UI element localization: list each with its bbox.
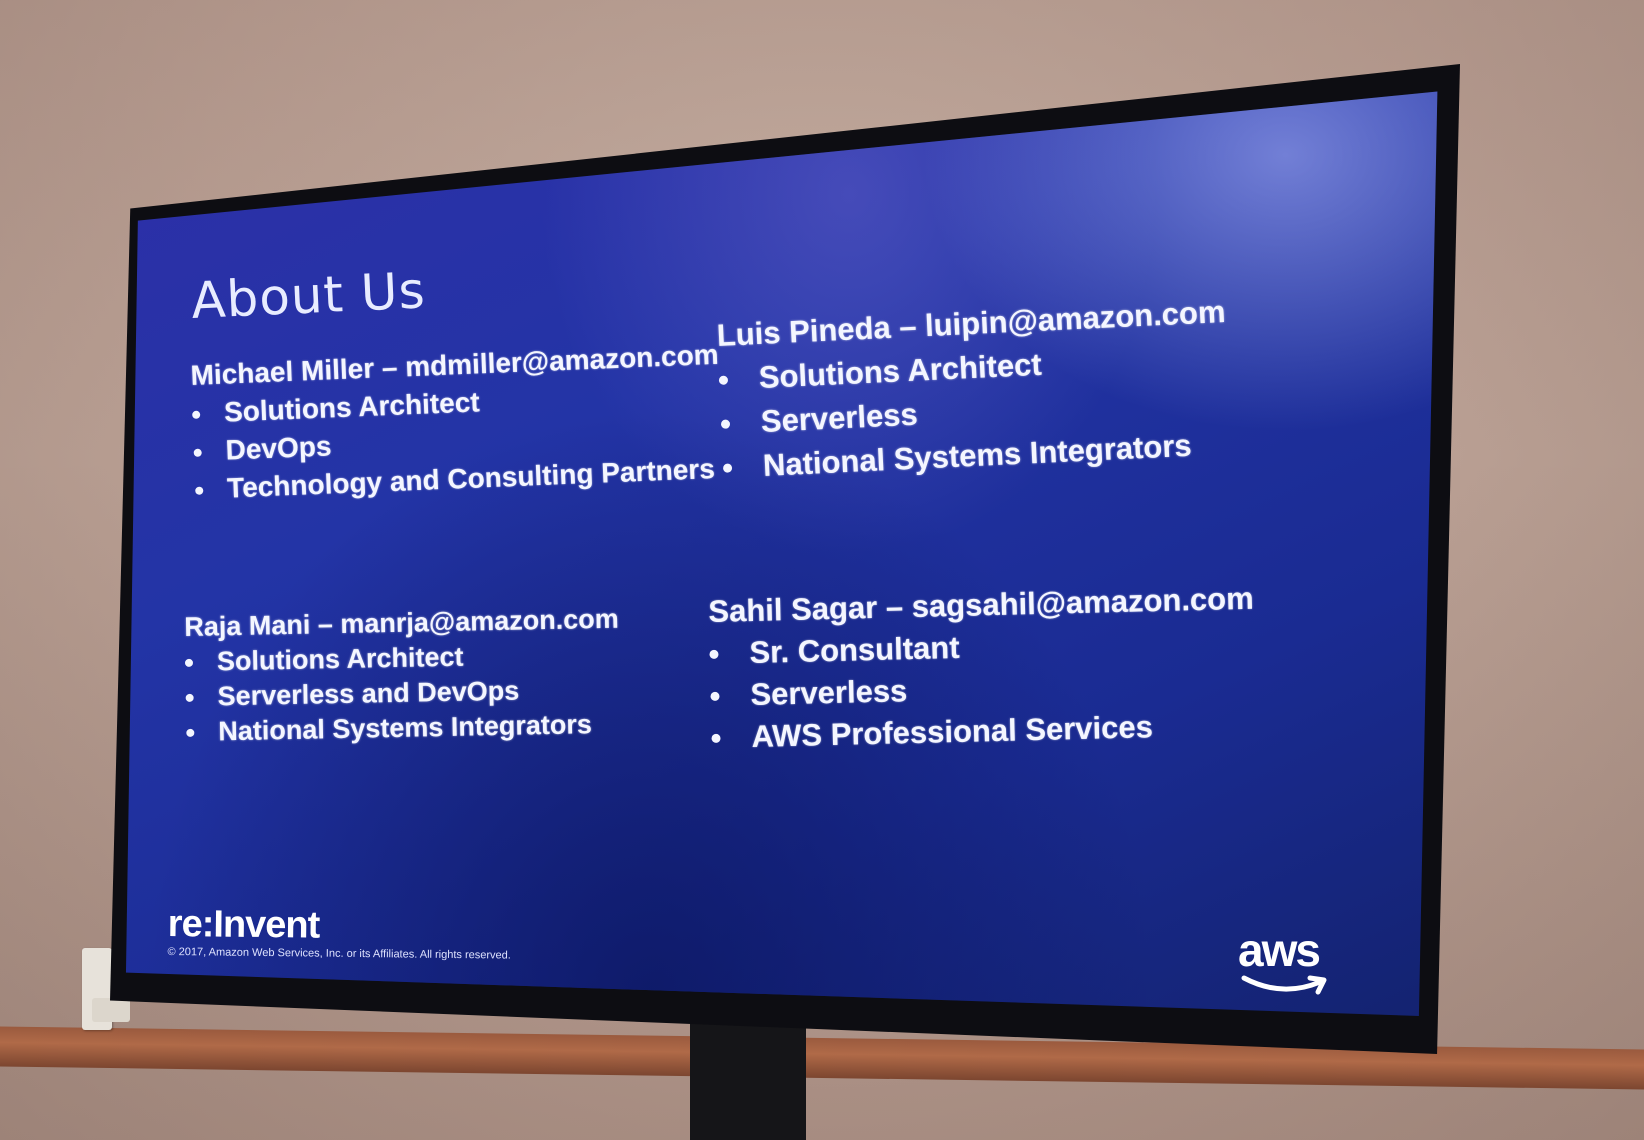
role-item: Serverless and DevOps <box>185 674 620 713</box>
aws-logo-text: aws <box>1238 924 1321 976</box>
role-label: Serverless <box>760 396 919 439</box>
role-list: Solutions Architect DevOps Technology an… <box>192 377 724 506</box>
bullet-icon <box>722 463 733 474</box>
role-label: DevOps <box>225 430 333 466</box>
role-list: Sr. Consultant Serverless AWS Profession… <box>709 623 1257 756</box>
bullet-icon <box>192 410 201 419</box>
person-card-raja-mani: Raja Mani – manrja@amazon.com Solutions … <box>184 604 621 748</box>
role-item: Solutions Architect <box>184 639 620 678</box>
reinvent-footer: re:Invent © 2017, Amazon Web Services, I… <box>167 903 511 962</box>
role-list: Solutions Architect Serverless National … <box>718 338 1232 486</box>
role-label: Serverless and DevOps <box>217 675 520 712</box>
role-label: Sr. Consultant <box>749 629 960 670</box>
role-item: Serverless <box>710 665 1256 714</box>
role-label: Solutions Architect <box>223 386 481 428</box>
role-item: Sr. Consultant <box>709 623 1255 672</box>
bullet-icon <box>184 658 194 668</box>
person-name-email: Sahil Sagar – sagsahil@amazon.com <box>708 580 1255 629</box>
bullet-icon <box>193 448 203 457</box>
role-item: National Systems Integrators <box>186 709 621 748</box>
role-label: AWS Professional Services <box>751 709 1154 754</box>
role-label: National Systems Integrators <box>218 709 593 747</box>
role-label: Serverless <box>750 673 908 712</box>
aws-smile-icon <box>1241 975 1327 995</box>
person-card-luis-pineda: Luis Pineda – luipin@amazon.com Solution… <box>716 294 1232 486</box>
bullet-icon <box>718 375 729 386</box>
role-list: Solutions Architect Serverless and DevOp… <box>184 639 621 748</box>
bullet-icon <box>195 486 204 495</box>
bullet-icon <box>185 693 194 703</box>
bullet-icon <box>709 649 719 660</box>
copyright-text: © 2017, Amazon Web Services, Inc. or its… <box>167 945 511 962</box>
bullet-icon <box>720 419 731 430</box>
bullet-icon <box>710 691 720 702</box>
slide-title: About Us <box>190 261 427 330</box>
aws-logo: aws <box>1238 924 1334 1000</box>
bullet-icon <box>711 733 721 744</box>
role-label: Solutions Architect <box>758 346 1043 396</box>
role-label: Solutions Architect <box>216 641 464 677</box>
reinvent-logo: re:Invent <box>167 903 320 947</box>
slide-content: About Us Michael Miller – mdmiller@amazo… <box>0 0 1644 1140</box>
person-name-email: Raja Mani – manrja@amazon.com <box>184 603 619 642</box>
role-item: AWS Professional Services <box>711 707 1257 756</box>
person-card-sahil-sagar: Sahil Sagar – sagsahil@amazon.com Sr. Co… <box>708 581 1257 756</box>
person-card-michael-miller: Michael Miller – mdmiller@amazon.com Sol… <box>190 339 724 506</box>
bullet-icon <box>186 728 195 738</box>
